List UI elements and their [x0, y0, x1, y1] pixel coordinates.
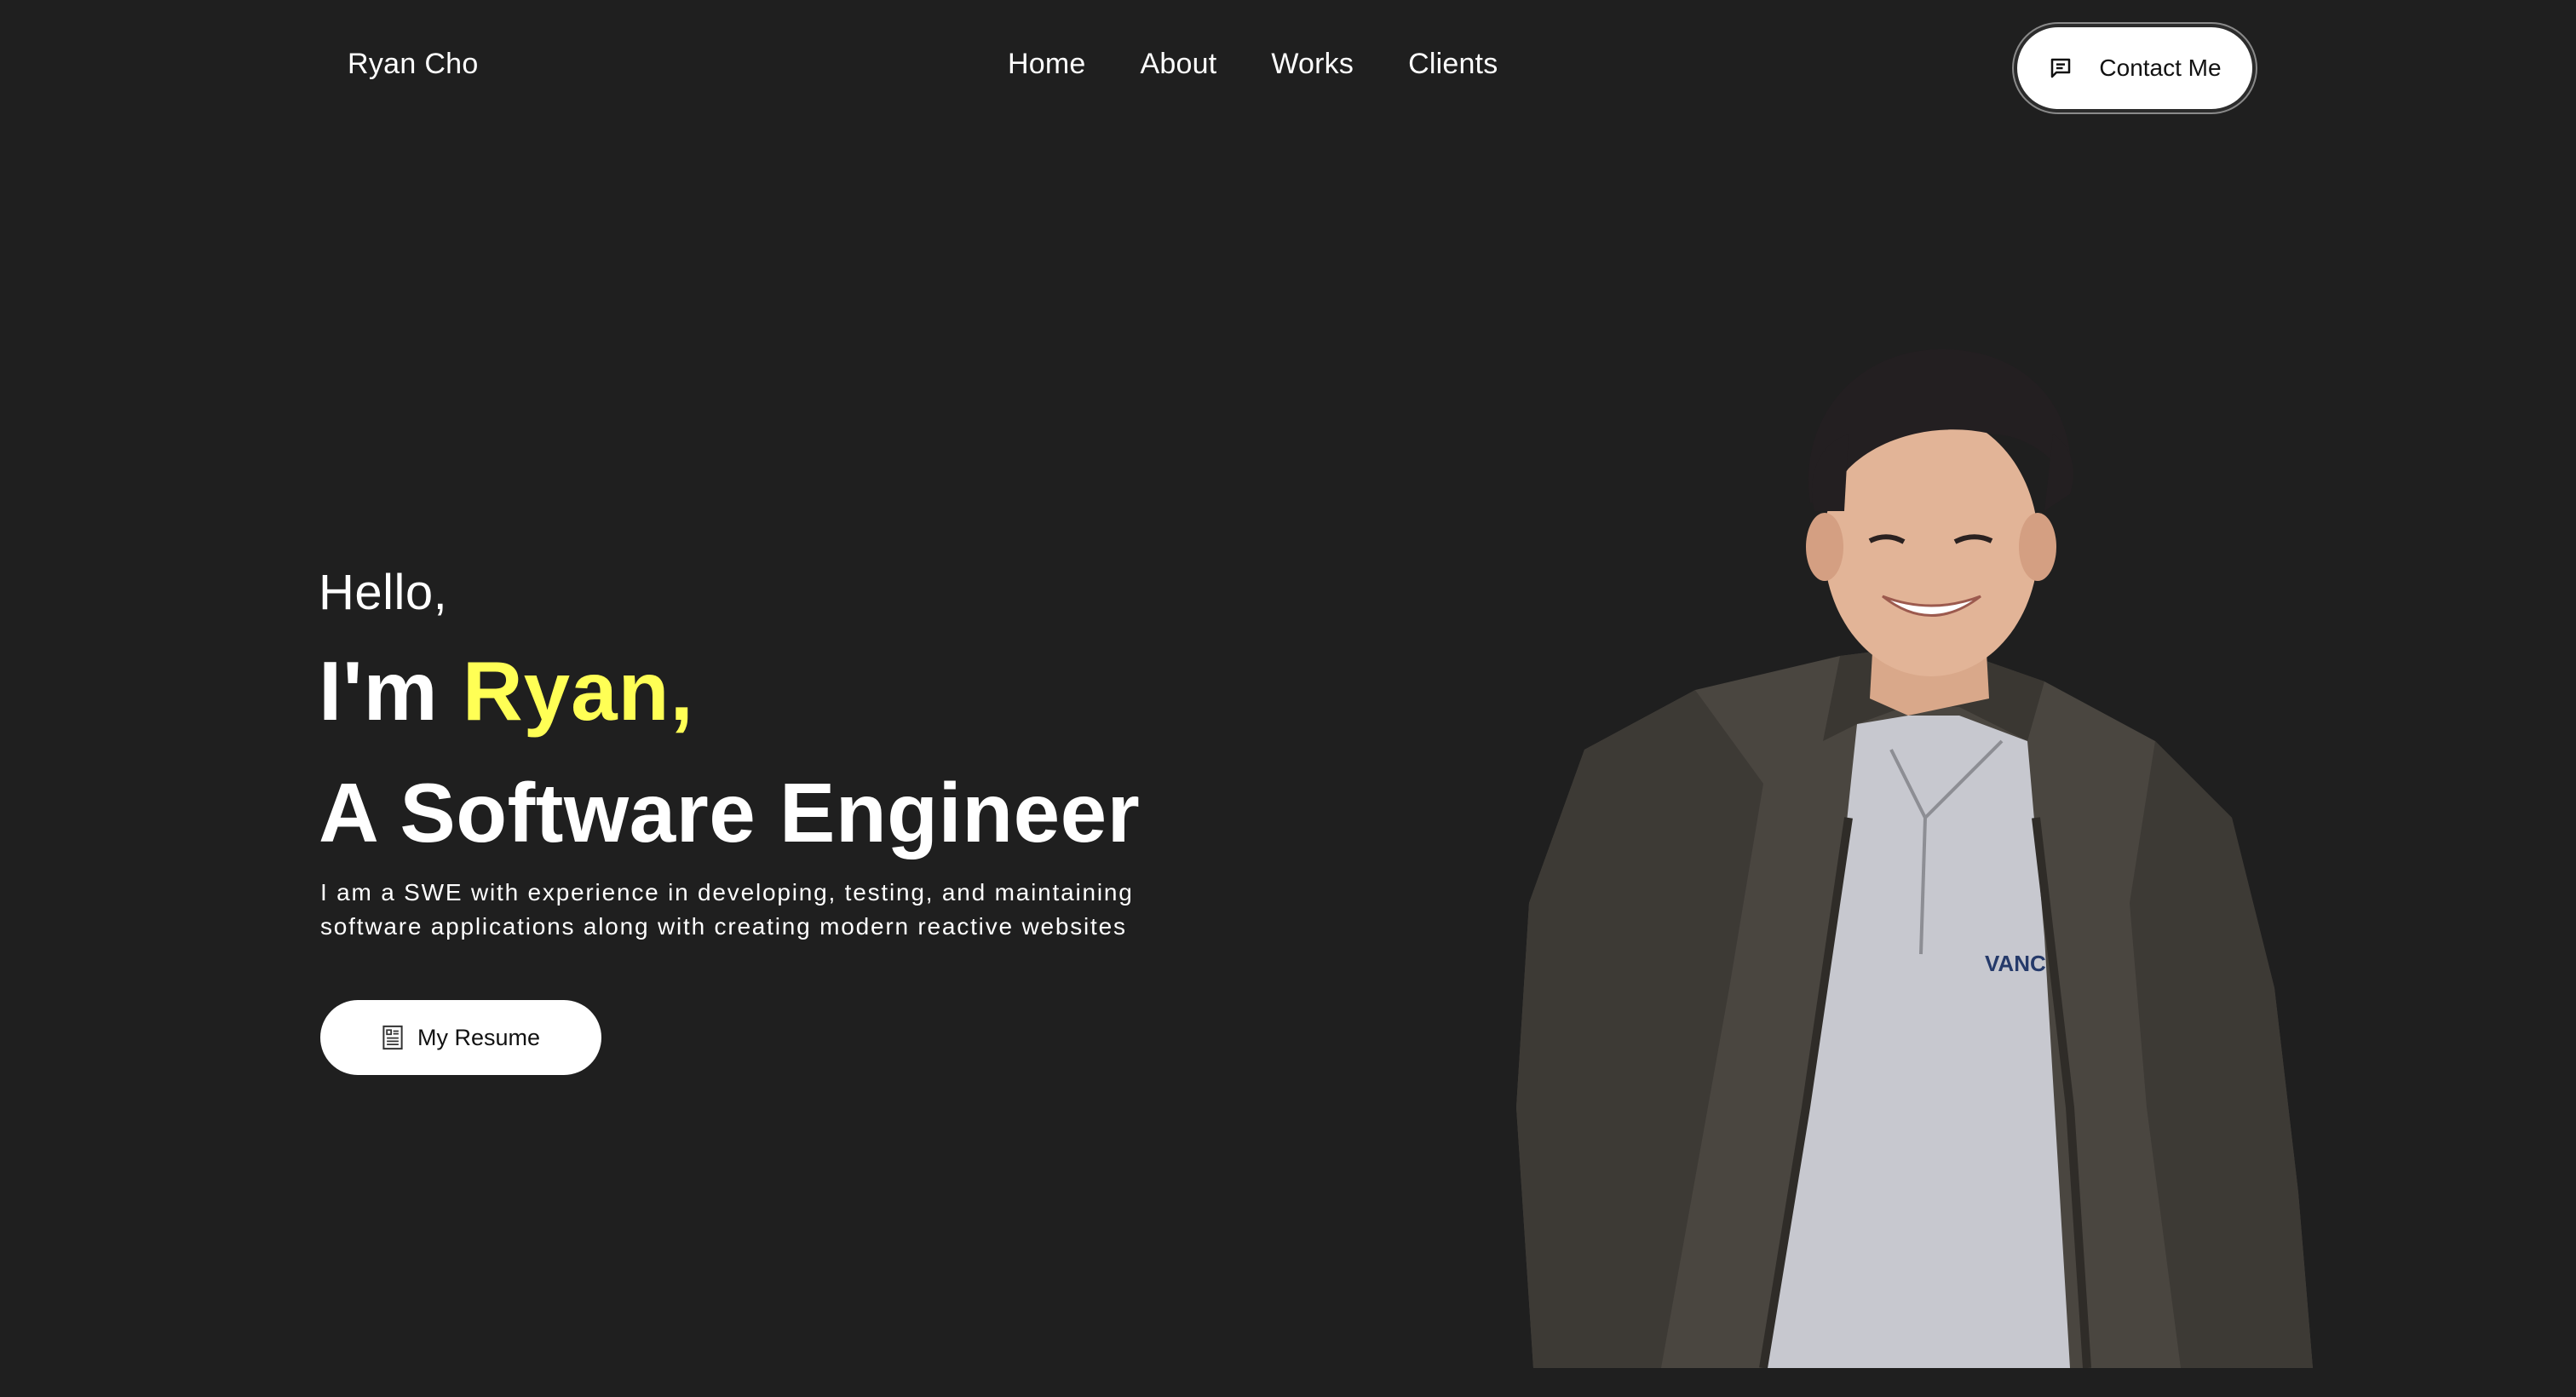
hero-role: A Software Engineer [319, 766, 1141, 859]
nav-about[interactable]: About [1141, 48, 1217, 81]
document-icon [382, 1025, 403, 1050]
nav-works[interactable]: Works [1271, 48, 1354, 81]
hero-description: I am a SWE with experience in developing… [320, 879, 1134, 940]
my-resume-label: My Resume [417, 1024, 541, 1050]
main-nav: Home About Works Clients [1008, 48, 1498, 81]
hero-greeting: Hello, [319, 565, 448, 620]
contact-me-label: Contact Me [2099, 55, 2222, 81]
hero-intro-prefix: I'm [319, 644, 463, 738]
message-icon [2051, 58, 2071, 78]
site-header: Ryan Cho Home About Works Clients Contac… [0, 0, 2576, 136]
site-logo[interactable]: Ryan Cho [348, 48, 479, 81]
hero-name: Ryan, [462, 644, 694, 738]
contact-me-button[interactable]: Contact Me [2014, 24, 2256, 112]
profile-portrait: VANC [1516, 349, 2313, 1368]
nav-home[interactable]: Home [1008, 48, 1086, 81]
portrait-shirt-print: VANC [1985, 951, 2046, 976]
my-resume-button[interactable]: My Resume [320, 1000, 601, 1075]
page: Ryan Cho Home About Works Clients Contac… [0, 0, 2576, 1397]
nav-clients[interactable]: Clients [1408, 48, 1498, 81]
hero-intro: I'm Ryan, [319, 643, 694, 739]
